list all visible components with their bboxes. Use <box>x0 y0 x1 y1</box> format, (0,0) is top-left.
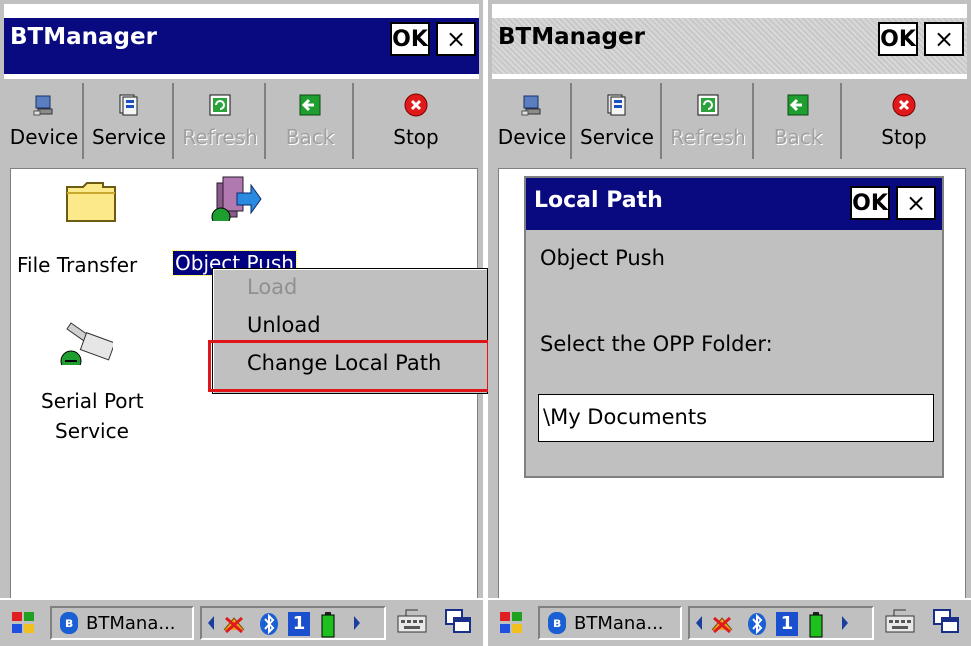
task-button-btmanager[interactable]: ʙ BTMana... <box>50 606 194 640</box>
stop-button[interactable]: Stop <box>356 83 476 159</box>
title-bar: BTManager OK × <box>492 4 967 79</box>
bluetooth-icon: ʙ <box>60 612 78 634</box>
battery-icon[interactable] <box>808 612 824 638</box>
serial-port-label-line2[interactable]: Service <box>55 419 129 443</box>
tray-left-arrow-icon[interactable] <box>206 614 216 632</box>
device-label: Device <box>497 125 567 149</box>
service-label: Service <box>580 125 654 149</box>
stop-label: Stop <box>393 125 439 149</box>
ok-button[interactable]: OK <box>878 22 918 56</box>
refresh-icon <box>208 93 232 117</box>
keyboard-icon[interactable] <box>884 608 916 636</box>
desktop-switch-icon[interactable] <box>444 608 472 636</box>
service-icon <box>605 93 629 117</box>
keyboard-icon[interactable] <box>396 608 428 636</box>
toolbar: Device Service Refresh Back Stop <box>4 78 479 163</box>
bluetooth-tray-icon[interactable] <box>746 612 768 636</box>
stop-button[interactable]: Stop <box>844 83 964 159</box>
task-button-btmanager[interactable]: ʙ BTMana... <box>538 606 682 640</box>
device-button[interactable]: Device <box>494 83 572 159</box>
device-label: Device <box>9 125 79 149</box>
highlight-box <box>208 340 490 392</box>
opp-folder-input[interactable]: \My Documents <box>538 394 934 442</box>
toolbar: Device Service Refresh Back Stop <box>492 78 967 163</box>
system-tray: 1 <box>200 606 386 640</box>
device-button[interactable]: Device <box>6 83 84 159</box>
menu-item-unload[interactable]: Unload <box>247 313 321 337</box>
dialog-title: Local Path <box>534 188 663 213</box>
refresh-button[interactable]: Refresh <box>176 83 266 159</box>
battery-icon[interactable] <box>320 612 336 638</box>
taskbar: ʙ BTMana... 1 <box>0 598 483 646</box>
stop-label: Stop <box>881 125 927 149</box>
file-transfer-label[interactable]: File Transfer <box>17 253 137 277</box>
network-disconnected-icon[interactable] <box>220 612 248 636</box>
dialog-prompt: Select the OPP Folder: <box>540 332 773 356</box>
service-button[interactable]: Service <box>574 83 662 159</box>
dialog-service-name: Object Push <box>540 246 665 270</box>
desktop-switch-icon[interactable] <box>932 608 960 636</box>
ok-button[interactable]: OK <box>390 22 430 56</box>
tray-right-arrow-icon[interactable] <box>352 614 362 632</box>
task-button-label: BTMana... <box>574 612 664 634</box>
device-icon <box>520 93 544 117</box>
back-label: Back <box>285 125 335 149</box>
input-panel-indicator[interactable]: 1 <box>776 612 798 636</box>
stop-icon <box>404 93 428 117</box>
start-windows-icon[interactable] <box>8 608 38 638</box>
left-screen: BTManager OK × Device Service Refresh Ba… <box>0 0 490 646</box>
close-button[interactable]: × <box>436 22 476 56</box>
start-windows-icon[interactable] <box>496 608 526 638</box>
service-icon <box>117 93 141 117</box>
object-push-icon[interactable] <box>207 173 263 221</box>
back-button[interactable]: Back <box>268 83 354 159</box>
dialog-close-button[interactable]: × <box>896 186 936 220</box>
dialog-title-bar: Local Path OK × <box>526 178 942 230</box>
back-button[interactable]: Back <box>756 83 842 159</box>
input-panel-indicator[interactable]: 1 <box>288 612 310 636</box>
dialog-ok-button[interactable]: OK <box>850 186 890 220</box>
taskbar: ʙ BTMana... 1 <box>488 598 971 646</box>
system-tray: 1 <box>688 606 874 640</box>
refresh-label: Refresh <box>182 125 258 149</box>
stop-icon <box>892 93 916 117</box>
bluetooth-tray-icon[interactable] <box>258 612 280 636</box>
window-title: BTManager <box>498 24 645 50</box>
network-disconnected-icon[interactable] <box>708 612 736 636</box>
tray-right-arrow-icon[interactable] <box>840 614 850 632</box>
window-title: BTManager <box>10 24 157 50</box>
task-button-label: BTMana... <box>86 612 176 634</box>
back-arrow-icon <box>786 93 810 117</box>
serial-port-label-line1[interactable]: Serial Port <box>41 389 144 413</box>
refresh-icon <box>696 93 720 117</box>
device-icon <box>32 93 56 117</box>
close-button[interactable]: × <box>924 22 964 56</box>
back-label: Back <box>773 125 823 149</box>
title-bar: BTManager OK × <box>4 4 479 79</box>
refresh-button[interactable]: Refresh <box>664 83 754 159</box>
bluetooth-icon: ʙ <box>548 612 566 634</box>
service-label: Service <box>92 125 166 149</box>
back-arrow-icon <box>298 93 322 117</box>
right-screen: BTManager OK × Device Service Refresh Ba… <box>488 0 971 646</box>
menu-item-load[interactable]: Load <box>247 275 297 299</box>
local-path-dialog: Local Path OK × Object Push Select the O… <box>524 176 944 478</box>
tray-left-arrow-icon[interactable] <box>694 614 704 632</box>
folder-icon[interactable] <box>63 177 119 225</box>
refresh-label: Refresh <box>670 125 746 149</box>
service-button[interactable]: Service <box>86 83 174 159</box>
serial-port-icon[interactable] <box>57 317 113 365</box>
